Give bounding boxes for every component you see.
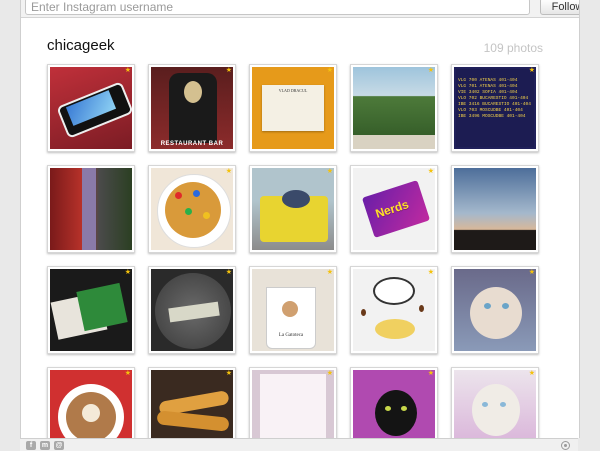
photo-cat-mug[interactable]: La Gatoteca ★ bbox=[249, 266, 337, 354]
star-icon: ★ bbox=[528, 67, 535, 74]
photo-speaker-closeup[interactable]: ★ bbox=[148, 266, 236, 354]
star-icon: ★ bbox=[225, 168, 232, 175]
star-icon: ★ bbox=[427, 370, 434, 377]
cat-photo-icon bbox=[454, 269, 536, 351]
menu-photo-icon bbox=[252, 370, 334, 438]
star-icon: ★ bbox=[326, 67, 333, 74]
photo-churros[interactable]: ★ bbox=[148, 367, 236, 438]
star-icon: ★ bbox=[427, 67, 434, 74]
photo-latte-art[interactable]: ★ bbox=[47, 367, 135, 438]
photo-street-lamp[interactable] bbox=[47, 165, 135, 253]
board-line: VIE 3402 SOFIA 401-404 bbox=[458, 90, 518, 95]
plaque-photo-icon: VLAD DRACUL bbox=[252, 67, 334, 149]
username-search-input[interactable] bbox=[25, 0, 530, 15]
photo-coffee-croissant[interactable]: ★ bbox=[350, 266, 438, 354]
star-icon: ★ bbox=[124, 67, 131, 74]
desktop-background-right bbox=[578, 0, 600, 438]
photo-siamese-cat[interactable]: ★ bbox=[451, 266, 539, 354]
speaker-photo-icon bbox=[151, 269, 233, 351]
photo-nerds-candy[interactable]: Nerds ★ bbox=[350, 165, 438, 253]
landscape-photo-icon bbox=[353, 67, 435, 149]
photo-cookie[interactable]: ★ bbox=[148, 165, 236, 253]
board-line: VLO 703 MOSCUDBE 401-404 bbox=[458, 108, 523, 113]
mug-label: La Gatoteca bbox=[278, 333, 304, 338]
churros-photo-icon bbox=[151, 370, 233, 438]
star-icon: ★ bbox=[427, 168, 434, 175]
star-icon: ★ bbox=[326, 168, 333, 175]
bottom-bar: f m @ bbox=[20, 438, 578, 451]
myspace-icon[interactable]: m bbox=[40, 441, 50, 450]
photo-black-cat[interactable]: ★ bbox=[350, 367, 438, 438]
photo-pouf[interactable]: ★ bbox=[249, 165, 337, 253]
plaque-title: VLAD DRACUL bbox=[262, 85, 324, 131]
iphone-photo-icon bbox=[50, 67, 132, 149]
departure-board-photo-icon: VLG 700 ATENAS 401-404 VLG 701 ATENAS 40… bbox=[454, 67, 536, 149]
photo-restaurant-bar[interactable]: RESTAURANT BAR ★ bbox=[148, 64, 236, 152]
photo-sunset-sky[interactable] bbox=[451, 165, 539, 253]
board-line: VLO 702 BUCARESTIO 401-404 bbox=[458, 96, 529, 101]
street-photo-icon bbox=[50, 168, 132, 250]
cat-photo-icon bbox=[353, 370, 435, 438]
star-icon: ★ bbox=[326, 269, 333, 276]
follow-button[interactable]: Follow bbox=[540, 0, 579, 15]
facebook-icon[interactable]: f bbox=[26, 441, 36, 450]
star-icon: ★ bbox=[427, 269, 434, 276]
photo-mountain-view[interactable]: ★ bbox=[350, 64, 438, 152]
desktop-background-left bbox=[0, 0, 20, 438]
coffee-photo-icon bbox=[353, 269, 435, 351]
photo-grid: ★ RESTAURANT BAR ★ VLAD DRACUL ★ ★ VLG 7… bbox=[47, 64, 543, 438]
board-line: VLG 700 ATENAS 401-404 bbox=[458, 78, 518, 83]
cat-photo-icon bbox=[454, 370, 536, 438]
mug-photo-icon: La Gatoteca bbox=[252, 269, 334, 351]
profile-username: chicageek bbox=[47, 37, 115, 54]
cookie-photo-icon bbox=[151, 168, 233, 250]
departure-board-lines: VLG 700 ATENAS 401-404 VLG 701 ATENAS 40… bbox=[456, 69, 534, 147]
photo-count: 109 photos bbox=[483, 41, 543, 55]
star-icon: ★ bbox=[528, 370, 535, 377]
candy-photo-icon: Nerds bbox=[353, 168, 435, 250]
sky-photo-icon bbox=[454, 168, 536, 250]
star-icon: ★ bbox=[124, 370, 131, 377]
photo-raspberry-pi[interactable]: ★ bbox=[47, 266, 135, 354]
board-line: IBE 3416 BUCARESTIO 401-404 bbox=[458, 102, 531, 107]
shirt-photo-icon bbox=[151, 67, 233, 149]
instagram-viewer-window: Follow chicageek 109 photos ★ RESTAURANT… bbox=[20, 0, 580, 438]
photo-departure-board[interactable]: VLG 700 ATENAS 401-404 VLG 701 ATENAS 40… bbox=[451, 64, 539, 152]
email-icon[interactable]: @ bbox=[54, 441, 64, 450]
star-icon: ★ bbox=[225, 269, 232, 276]
top-toolbar: Follow bbox=[21, 0, 579, 18]
photo-iphone[interactable]: ★ bbox=[47, 64, 135, 152]
photo-menu[interactable]: ★ bbox=[249, 367, 337, 438]
photo-caption: RESTAURANT BAR bbox=[160, 141, 224, 147]
star-icon: ★ bbox=[225, 67, 232, 74]
latte-photo-icon bbox=[50, 370, 132, 438]
star-icon: ★ bbox=[225, 370, 232, 377]
star-icon: ★ bbox=[124, 269, 131, 276]
circuit-board-photo-icon bbox=[50, 269, 132, 351]
instagram-icon[interactable] bbox=[561, 441, 570, 450]
photo-white-cat[interactable]: ★ bbox=[451, 367, 539, 438]
star-icon: ★ bbox=[326, 370, 333, 377]
board-line: VLG 701 ATENAS 401-404 bbox=[458, 84, 518, 89]
photo-vlad-dracul-plaque[interactable]: VLAD DRACUL ★ bbox=[249, 64, 337, 152]
pouf-photo-icon bbox=[252, 168, 334, 250]
board-line: IBE 3496 MOSCUDBE 401-404 bbox=[458, 114, 526, 119]
star-icon: ★ bbox=[528, 269, 535, 276]
